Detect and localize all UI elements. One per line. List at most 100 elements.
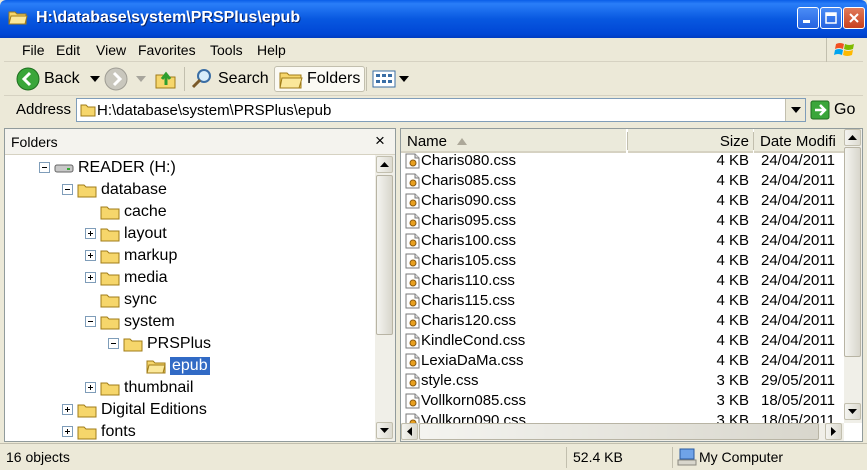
file-list-vertical-scrollbar[interactable]	[844, 129, 862, 423]
css-file-icon	[405, 313, 420, 329]
tree-item-label: PRSPlus	[147, 335, 212, 352]
folder-icon	[100, 206, 120, 220]
file-size: 4 KB	[716, 152, 749, 169]
list-scroll-left-button[interactable]	[401, 423, 418, 440]
tree-item[interactable]: Digital Editions	[62, 399, 207, 421]
tree-item[interactable]: markup	[85, 245, 177, 267]
tree-item[interactable]: fonts	[62, 421, 136, 441]
folder-icon	[77, 184, 97, 198]
list-hscroll-thumb[interactable]	[419, 423, 819, 440]
file-row[interactable]: Vollkorn085.css 3 KB 18/05/2011	[401, 391, 847, 411]
folders-pane-close-button[interactable]: ×	[375, 131, 385, 151]
menu-bar: File Edit View Favorites Tools Help	[4, 38, 863, 62]
go-button[interactable]: Go	[810, 100, 855, 120]
column-size-label: Size	[719, 133, 749, 150]
scroll-down-button[interactable]	[376, 422, 393, 439]
tree-item[interactable]: sync	[100, 289, 157, 311]
file-size: 4 KB	[716, 332, 749, 349]
file-row[interactable]: Charis095.css 4 KB 24/04/2011	[401, 211, 847, 231]
search-icon	[191, 69, 211, 89]
expand-icon[interactable]	[62, 426, 73, 437]
title-bar[interactable]: H:\database\system\PRSPlus\epub	[0, 0, 867, 38]
scroll-thumb[interactable]	[376, 175, 393, 335]
search-button[interactable]: Search	[190, 66, 269, 92]
forward-dropdown-icon[interactable]	[136, 76, 146, 82]
menu-file[interactable]: File	[22, 42, 45, 58]
file-row[interactable]: Charis080.css 4 KB 24/04/2011	[401, 151, 847, 171]
expand-icon[interactable]	[85, 228, 96, 239]
file-row[interactable]: Charis110.css 4 KB 24/04/2011	[401, 271, 847, 291]
menu-help[interactable]: Help	[257, 42, 286, 58]
file-row[interactable]: Charis120.css 4 KB 24/04/2011	[401, 311, 847, 331]
file-list-horizontal-scrollbar[interactable]	[401, 423, 844, 441]
close-button[interactable]	[843, 7, 865, 29]
file-list-pane: Name Size Date Modifi Charis080.css 4 KB 2…	[400, 128, 863, 442]
folder-icon	[100, 294, 120, 308]
folder-icon	[100, 272, 120, 286]
tree-item[interactable]: epub	[146, 355, 210, 377]
menu-favorites[interactable]: Favorites	[138, 42, 196, 58]
tree-item[interactable]: system	[85, 311, 175, 333]
collapse-icon[interactable]	[62, 184, 73, 195]
tree-item[interactable]: PRSPlus	[108, 333, 212, 355]
address-dropdown-button[interactable]	[785, 99, 805, 121]
tree-item[interactable]: thumbnail	[85, 377, 193, 399]
column-header-name[interactable]: Name	[401, 129, 626, 153]
expand-icon[interactable]	[85, 272, 96, 283]
file-row[interactable]: LexiaDaMa.css 4 KB 24/04/2011	[401, 351, 847, 371]
menu-edit[interactable]: Edit	[56, 42, 80, 58]
back-button[interactable]: Back	[16, 66, 100, 92]
folders-vertical-scrollbar[interactable]	[375, 155, 395, 441]
file-row[interactable]: KindleCond.css 4 KB 24/04/2011	[401, 331, 847, 351]
file-date: 24/04/2011	[761, 232, 835, 249]
tree-item[interactable]: media	[85, 267, 168, 289]
folders-button[interactable]: Folders	[274, 66, 366, 92]
file-name: Charis105.css	[421, 252, 517, 269]
file-date: 24/04/2011	[761, 192, 835, 209]
file-row[interactable]: Charis115.css 4 KB 24/04/2011	[401, 291, 847, 311]
up-folder-button[interactable]	[154, 66, 178, 92]
scroll-up-button[interactable]	[376, 156, 393, 173]
file-name: LexiaDaMa.css	[421, 352, 524, 369]
collapse-icon[interactable]	[85, 316, 96, 327]
expand-icon[interactable]	[85, 250, 96, 261]
file-row[interactable]: Charis105.css 4 KB 24/04/2011	[401, 251, 847, 271]
address-value: H:\database\system\PRSPlus\epub	[97, 102, 332, 119]
list-scroll-up-button[interactable]	[844, 129, 861, 146]
collapse-icon[interactable]	[108, 338, 119, 349]
file-row[interactable]: Charis100.css 4 KB 24/04/2011	[401, 231, 847, 251]
file-row[interactable]: style.css 3 KB 29/05/2011	[401, 371, 847, 391]
up-folder-icon	[155, 71, 176, 89]
list-scroll-down-button[interactable]	[844, 403, 861, 420]
window-title: H:\database\system\PRSPlus\epub	[36, 9, 301, 26]
collapse-icon[interactable]	[39, 162, 50, 173]
file-name: style.css	[421, 372, 479, 389]
tree-item[interactable]: database	[62, 179, 167, 201]
file-size: 4 KB	[716, 172, 749, 189]
address-input[interactable]: H:\database\system\PRSPlus\epub	[76, 98, 806, 122]
tree-item[interactable]: cache	[100, 201, 167, 223]
maximize-button[interactable]	[820, 7, 842, 29]
expand-icon[interactable]	[85, 382, 96, 393]
list-scroll-right-button[interactable]	[825, 423, 842, 440]
menu-view[interactable]: View	[96, 42, 126, 58]
file-row[interactable]: Charis085.css 4 KB 24/04/2011	[401, 171, 847, 191]
folder-icon	[100, 382, 120, 396]
file-date: 24/04/2011	[761, 332, 835, 349]
column-header-size[interactable]: Size	[628, 129, 753, 153]
menu-tools[interactable]: Tools	[210, 42, 243, 58]
back-dropdown-icon[interactable]	[89, 76, 100, 82]
tree-item[interactable]: READER (H:)	[39, 157, 176, 179]
folder-tree: READER (H:) database cache layout markup medi…	[5, 155, 375, 441]
css-file-icon	[405, 333, 420, 349]
minimize-button[interactable]	[797, 7, 819, 29]
views-button[interactable]	[372, 66, 409, 92]
css-file-icon	[405, 373, 420, 389]
file-row[interactable]: Charis090.css 4 KB 24/04/2011	[401, 191, 847, 211]
status-zone-cell: My Computer	[672, 447, 867, 468]
forward-button[interactable]	[104, 66, 146, 92]
tree-item[interactable]: layout	[85, 223, 167, 245]
list-scroll-thumb[interactable]	[844, 147, 861, 357]
expand-icon[interactable]	[62, 404, 73, 415]
css-file-icon	[405, 273, 420, 289]
